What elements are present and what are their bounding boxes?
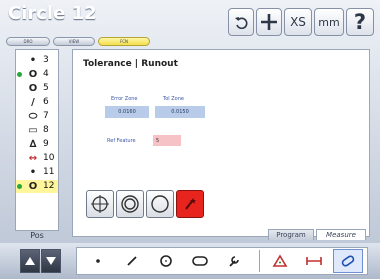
- scroll-down-button[interactable]: [41, 249, 61, 273]
- error-zone-label: Error Zone: [111, 96, 138, 102]
- skew-slot-icon: [341, 255, 355, 267]
- single-circle-icon: [151, 195, 169, 213]
- help-button[interactable]: ?: [346, 8, 374, 36]
- measure-point-button[interactable]: [83, 249, 113, 273]
- pos-label: Pos: [30, 231, 44, 240]
- xs-button[interactable]: XS: [284, 8, 312, 36]
- list-item[interactable]: O 4: [16, 68, 58, 81]
- slot-icon: ⬭: [28, 111, 38, 122]
- panel-title: Tolerance | Runout: [83, 59, 178, 69]
- tol-zone-label: Tol Zone: [163, 96, 184, 102]
- crosshair-plus-icon: [261, 14, 277, 30]
- tab-fcn[interactable]: FCN: [98, 37, 150, 46]
- point-icon: •: [29, 55, 37, 66]
- measure-slot-button[interactable]: [185, 249, 215, 273]
- wand-icon: [185, 198, 196, 210]
- measure-circle-button[interactable]: [151, 249, 181, 273]
- list-item[interactable]: • 11: [16, 166, 58, 179]
- distance-icon: [306, 257, 322, 265]
- measure-tool-strip: [76, 247, 368, 275]
- list-item[interactable]: / 6: [16, 96, 58, 109]
- feature-number: 8: [43, 125, 49, 135]
- error-zone-value: 0.0160: [105, 106, 149, 118]
- tol-zone-field[interactable]: 0.0150: [155, 106, 205, 118]
- list-item[interactable]: ∆ 9: [16, 138, 58, 151]
- tolerance-panel: Tolerance | Runout Error Zone Tol Zone 0…: [72, 49, 370, 240]
- circle-icon: O: [28, 181, 38, 192]
- status-dot-icon: [17, 72, 22, 77]
- units-button[interactable]: mm: [314, 8, 344, 36]
- line-icon: [127, 256, 137, 266]
- feature-number: 10: [43, 153, 55, 163]
- tab-dro[interactable]: DRO: [6, 37, 50, 46]
- circle-icon: O: [28, 69, 38, 80]
- line-icon: /: [31, 97, 35, 108]
- circularity-option-button[interactable]: [146, 190, 174, 218]
- circle-icon: O: [28, 83, 38, 94]
- tab-view[interactable]: VIEW: [53, 37, 95, 46]
- list-item[interactable]: • 3: [16, 54, 58, 67]
- measure-distance-button[interactable]: [299, 249, 329, 273]
- feature-number: 4: [43, 69, 49, 79]
- point-icon: •: [29, 167, 37, 178]
- angle-icon: [272, 254, 288, 267]
- status-dot-icon: [17, 184, 22, 189]
- undo-button[interactable]: [228, 8, 254, 36]
- distance-icon: ↔: [28, 153, 38, 164]
- circle-icon: [160, 255, 172, 267]
- list-item[interactable]: ▭ 8: [16, 124, 58, 137]
- rectangle-icon: ▭: [28, 125, 38, 136]
- feature-number: 12: [43, 181, 55, 191]
- list-item[interactable]: O 5: [16, 82, 58, 95]
- toolbar-divider: [259, 250, 260, 272]
- tab-measure[interactable]: Measure: [316, 229, 366, 240]
- wrench-icon: [229, 256, 239, 267]
- angle-icon: ∆: [29, 139, 37, 150]
- concentric-option-button[interactable]: [116, 190, 144, 218]
- arrow-up-icon: [25, 257, 35, 265]
- feature-number: 7: [43, 111, 49, 121]
- feature-number: 5: [43, 83, 49, 93]
- list-item[interactable]: ⬭ 7: [16, 110, 58, 123]
- tab-program[interactable]: Program: [268, 229, 314, 240]
- ref-feature-label: Ref Feature: [107, 138, 136, 144]
- measure-skew-slot-button[interactable]: [333, 249, 363, 273]
- wand-option-button[interactable]: [176, 190, 204, 218]
- runout-option-button[interactable]: [86, 190, 114, 218]
- scroll-up-button[interactable]: [20, 249, 40, 273]
- page-title: Circle 12: [8, 3, 97, 24]
- arrow-down-icon: [46, 257, 56, 265]
- feature-number: 9: [43, 139, 49, 149]
- measure-angle-button[interactable]: [265, 249, 295, 273]
- feature-number: 6: [43, 97, 49, 107]
- list-item-selected[interactable]: O 12: [16, 180, 58, 193]
- measure-line-button[interactable]: [117, 249, 147, 273]
- undo-icon: [235, 17, 248, 29]
- slot-icon: [192, 256, 208, 266]
- feature-list[interactable]: • 3 O 4 O 5 / 6 ⬭ 7 ▭ 8 ∆ 9 ↔ 10 • 11 O …: [15, 49, 59, 231]
- feature-number: 3: [43, 55, 49, 65]
- measurement-screen: Circle 12 DRO VIEW FCN XS mm ? • 3 O 4 O…: [0, 0, 380, 279]
- crosshair-button[interactable]: [256, 8, 282, 36]
- point-icon: [96, 259, 100, 263]
- crosshair-circle-icon: [91, 195, 109, 213]
- ref-feature-field[interactable]: 5: [153, 135, 181, 146]
- pos-footer: Pos: [15, 231, 59, 241]
- concentric-circle-icon: [121, 195, 139, 213]
- measure-tool-button[interactable]: [219, 249, 249, 273]
- list-item[interactable]: ↔ 10: [16, 152, 58, 165]
- feature-number: 11: [43, 167, 55, 177]
- mode-tabs: DRO VIEW FCN: [6, 37, 150, 46]
